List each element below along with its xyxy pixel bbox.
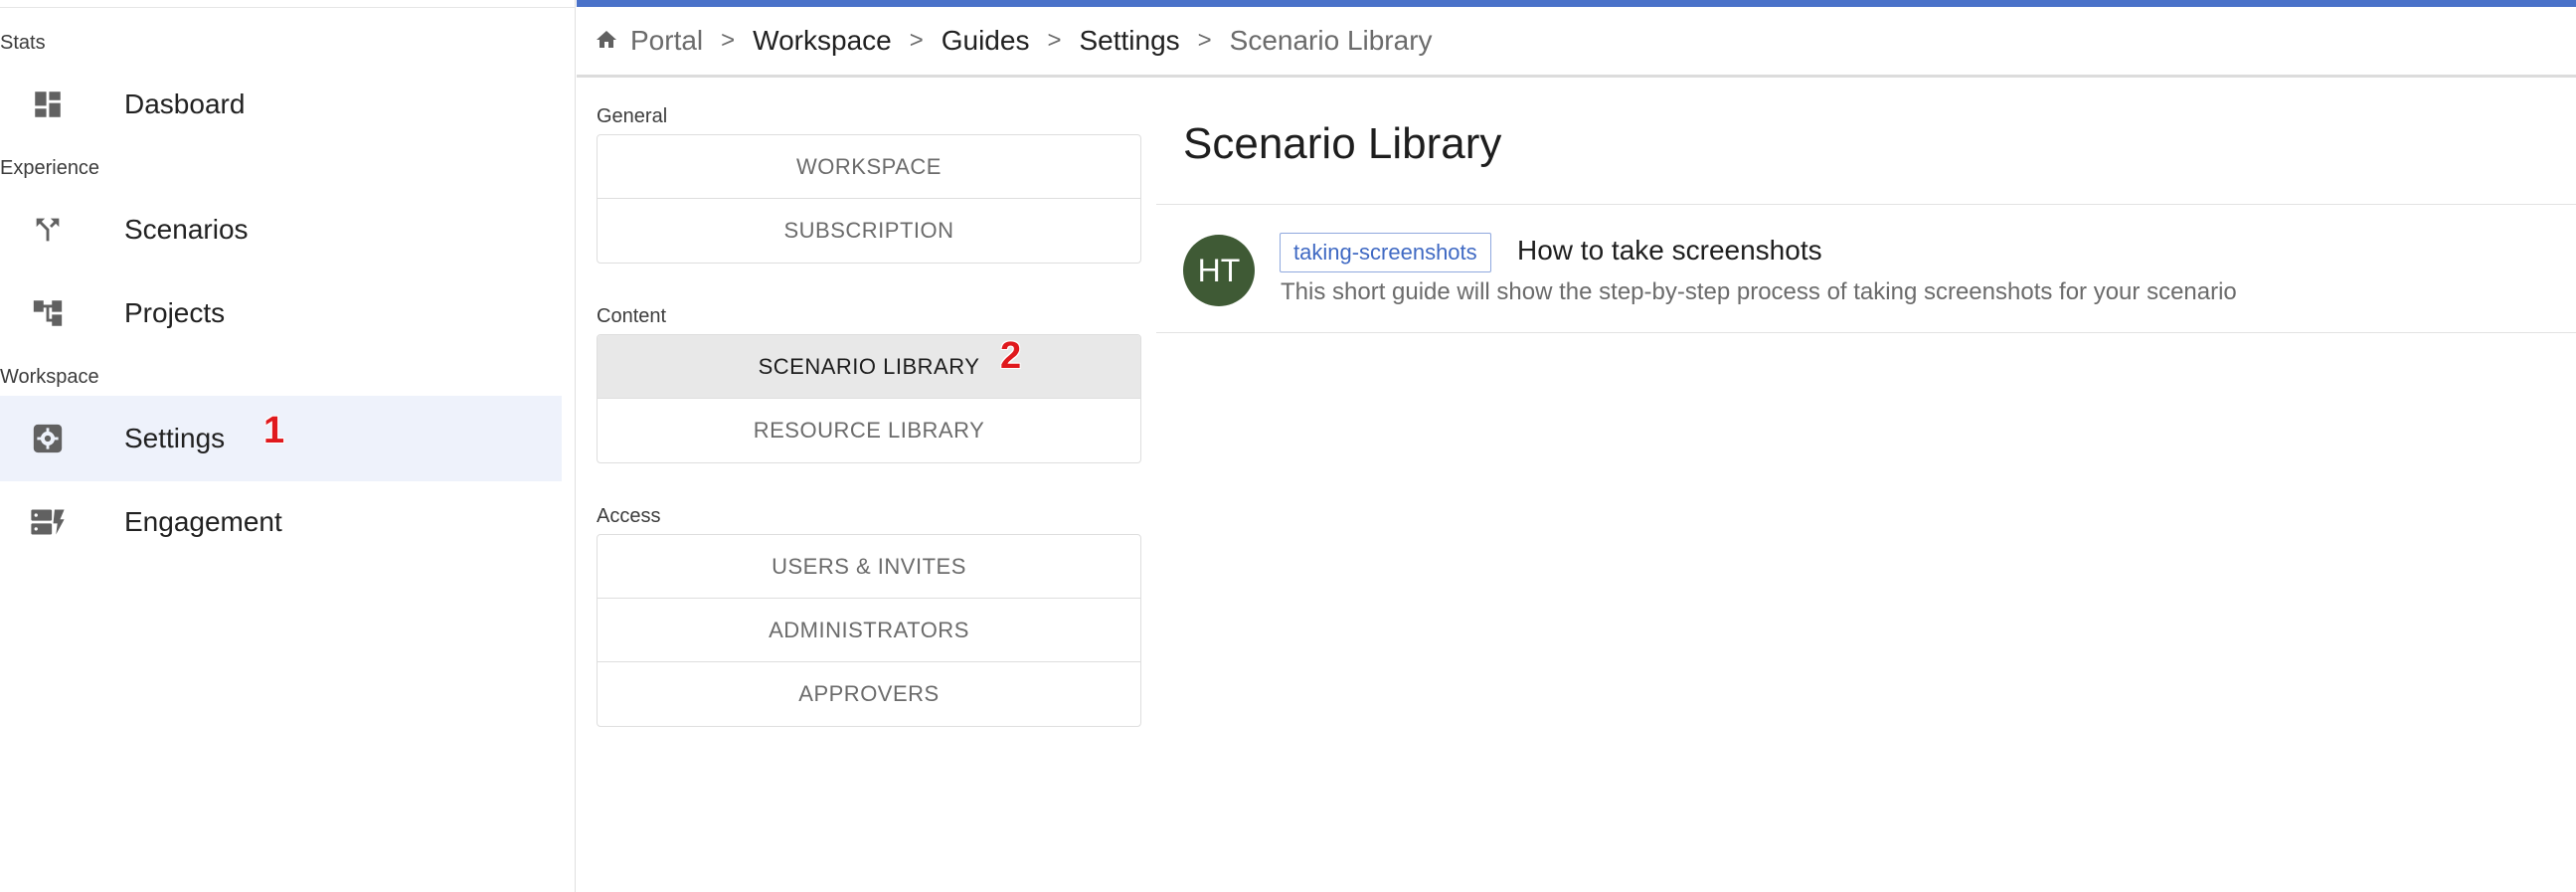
item-description: This short guide will show the step-by-s… bbox=[1281, 278, 2237, 305]
sidebar-item-projects[interactable]: Projects bbox=[0, 270, 562, 356]
breadcrumb-separator: > bbox=[1197, 27, 1212, 54]
hierarchy-icon bbox=[30, 295, 66, 331]
subscription-button[interactable]: SUBSCRIPTION bbox=[598, 199, 1140, 263]
breadcrumb-current: Scenario Library bbox=[1229, 25, 1433, 56]
sidebar-item-settings[interactable]: Settings 1 bbox=[0, 396, 562, 481]
sidebar: Stats Dasboard Experience Scenarios Proj… bbox=[0, 0, 576, 892]
sidebar-item-label: Engagement bbox=[124, 506, 282, 537]
button-group-content: SCENARIO LIBRARY 2 RESOURCE LIBRARY bbox=[597, 334, 1141, 463]
engagement-icon bbox=[30, 504, 66, 540]
section-label-experience: Experience bbox=[0, 157, 100, 179]
fork-icon bbox=[30, 212, 66, 248]
tag-chip[interactable]: taking-screenshots bbox=[1280, 233, 1491, 272]
breadcrumb-separator: > bbox=[909, 27, 924, 54]
sidebar-item-label: Settings bbox=[124, 423, 226, 453]
page-title: Scenario Library bbox=[1183, 119, 1502, 168]
top-accent-bar bbox=[577, 0, 2576, 7]
group-label-content: Content bbox=[597, 305, 667, 327]
group-label-general: General bbox=[597, 105, 668, 127]
section-label-workspace: Workspace bbox=[0, 366, 99, 388]
breadcrumb-separator: > bbox=[721, 27, 736, 54]
sidebar-item-dashboard[interactable]: Dasboard bbox=[0, 62, 562, 147]
step-marker-1: 1 bbox=[263, 410, 285, 451]
step-marker-2: 2 bbox=[1000, 335, 1022, 377]
dashboard-icon bbox=[30, 87, 66, 122]
sidebar-item-label: Projects bbox=[124, 297, 226, 328]
users-invites-button[interactable]: USERS & INVITES bbox=[598, 535, 1140, 599]
home-icon[interactable] bbox=[595, 28, 620, 54]
button-group-general: WORKSPACE SUBSCRIPTION bbox=[597, 134, 1141, 264]
list-item[interactable]: HT taking-screenshots How to take screen… bbox=[1156, 205, 2576, 332]
scenario-library-button[interactable]: SCENARIO LIBRARY 2 bbox=[598, 335, 1140, 399]
section-label-stats: Stats bbox=[0, 32, 46, 54]
item-title[interactable]: How to take screenshots bbox=[1517, 235, 1822, 267]
resource-library-button[interactable]: RESOURCE LIBRARY bbox=[598, 399, 1140, 462]
workspace-button[interactable]: WORKSPACE bbox=[598, 135, 1140, 199]
breadcrumb-guides[interactable]: Guides bbox=[942, 25, 1030, 57]
content-divider bbox=[1156, 332, 2576, 333]
sidebar-divider bbox=[0, 7, 576, 8]
breadcrumb-workspace[interactable]: Workspace bbox=[753, 25, 892, 57]
group-label-access: Access bbox=[597, 505, 661, 527]
breadcrumb: Portal > Workspace > Guides > Settings >… bbox=[577, 7, 2576, 78]
breadcrumb-settings[interactable]: Settings bbox=[1079, 25, 1179, 57]
button-group-access: USERS & INVITES ADMINISTRATORS APPROVERS bbox=[597, 534, 1141, 727]
breadcrumb-separator: > bbox=[1047, 27, 1062, 54]
sidebar-item-label: Dasboard bbox=[124, 89, 246, 119]
administrators-button[interactable]: ADMINISTRATORS bbox=[598, 599, 1140, 662]
sidebar-item-label: Scenarios bbox=[124, 214, 249, 245]
breadcrumb-portal[interactable]: Portal bbox=[630, 25, 703, 57]
sidebar-item-scenarios[interactable]: Scenarios bbox=[0, 187, 562, 272]
sidebar-item-engagement[interactable]: Engagement bbox=[0, 479, 562, 565]
scenario-library-label: SCENARIO LIBRARY bbox=[758, 353, 980, 379]
approvers-button[interactable]: APPROVERS bbox=[598, 662, 1140, 726]
avatar: HT bbox=[1183, 235, 1255, 306]
gear-icon bbox=[30, 421, 66, 456]
